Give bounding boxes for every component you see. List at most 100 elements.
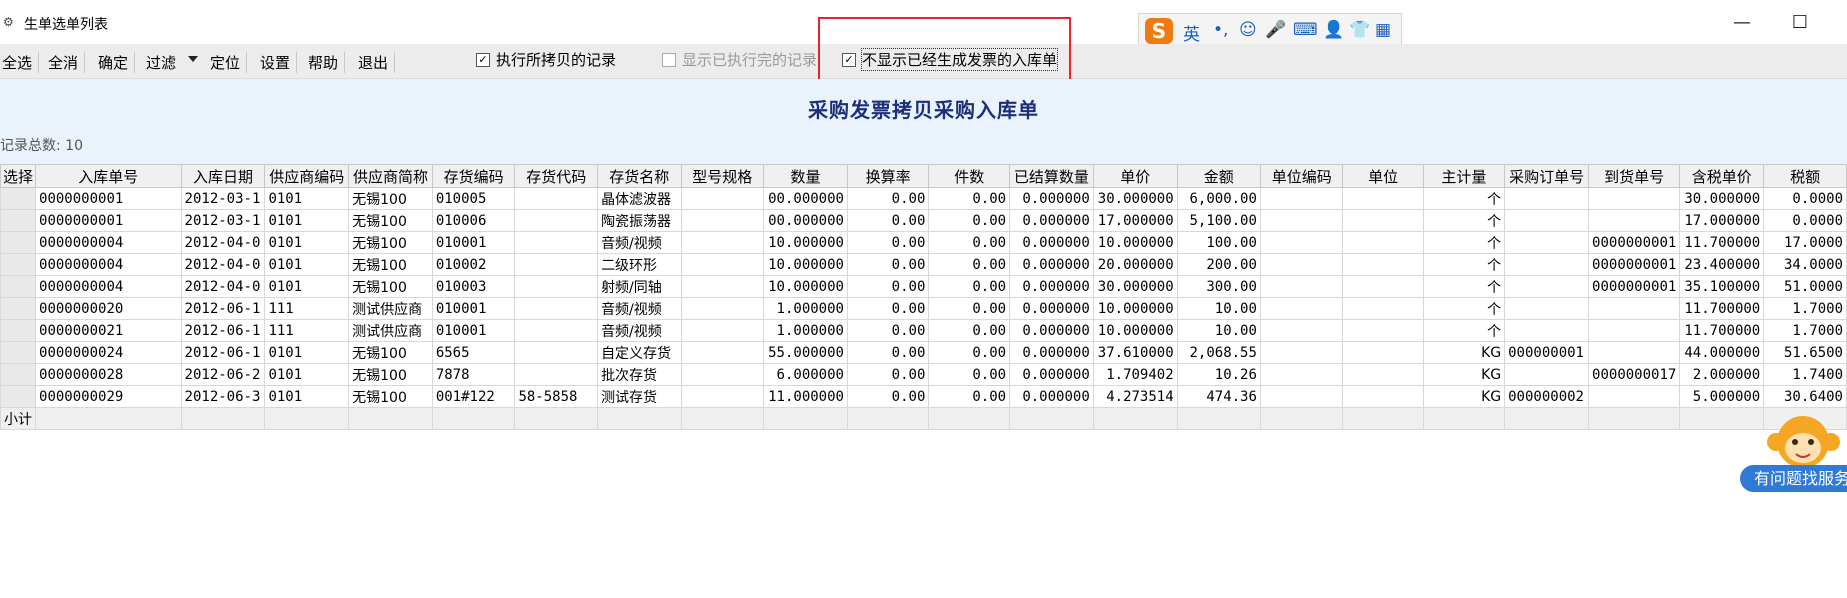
column-header[interactable]: 单价 — [1092, 164, 1178, 188]
table-cell: KG — [1422, 341, 1506, 364]
table-cell: 陶瓷振荡器 — [597, 209, 682, 232]
table-cell — [1342, 187, 1424, 210]
table-cell: 无锡100 — [348, 253, 433, 276]
checkbox-show-executed[interactable]: 显示已执行完的记录 — [662, 49, 817, 70]
column-header[interactable]: 存货编码 — [431, 164, 516, 188]
table-row[interactable]: 0000000029 2012-06-3 0101 无锡100 001#122 58-58… — [0, 385, 1847, 408]
table-cell — [1588, 187, 1681, 210]
row-select-cell[interactable] — [0, 209, 37, 232]
column-header[interactable]: 供应商简称 — [348, 164, 433, 188]
ime-punctuation-icon[interactable]: •, — [1213, 20, 1228, 40]
column-header[interactable]: 供应商编码 — [264, 164, 350, 188]
column-header[interactable]: 型号规格 — [680, 164, 765, 188]
table-cell: 0000000001 — [35, 209, 182, 232]
table-cell — [1259, 341, 1344, 364]
subtotal-label: 小计 — [0, 407, 37, 430]
checkbox-box[interactable]: ✓ — [476, 52, 490, 67]
table-cell: 0.00 — [928, 385, 1011, 408]
table-cell — [680, 187, 765, 210]
table-cell — [680, 231, 765, 254]
column-header[interactable]: 到货单号 — [1588, 164, 1681, 188]
settings-button[interactable]: 设置 — [258, 52, 298, 73]
ime-toolbox-icon[interactable]: ▦ — [1375, 20, 1391, 40]
ime-skin-icon[interactable]: 👕 — [1349, 20, 1370, 40]
column-header[interactable]: 入库单号 — [35, 164, 182, 188]
column-header[interactable]: 入库日期 — [180, 164, 266, 188]
column-header[interactable]: 存货名称 — [597, 164, 682, 188]
row-select-cell[interactable] — [0, 231, 37, 254]
column-header[interactable]: 单位编码 — [1259, 164, 1344, 188]
sogou-logo-icon[interactable]: S — [1145, 18, 1173, 44]
checkbox-execute-copied[interactable]: ✓ 执行所拷贝的记录 — [476, 49, 616, 70]
table-row[interactable]: 0000000001 2012-03-1 0101 无锡100 010006 陶瓷振荡器 0… — [0, 209, 1847, 232]
subtotal-cell — [1009, 407, 1094, 430]
column-header[interactable]: 税额 — [1763, 164, 1847, 188]
table-cell — [680, 297, 765, 320]
exit-button[interactable]: 退出 — [356, 52, 396, 73]
column-header[interactable]: 选择 — [0, 164, 37, 188]
ime-english-mode-icon[interactable]: 英 — [1183, 20, 1200, 45]
table-cell — [514, 209, 599, 232]
table-cell: 0000000004 — [35, 231, 182, 254]
table-cell — [514, 363, 599, 386]
row-select-cell[interactable] — [0, 187, 37, 210]
table-cell: 00.000000 — [763, 209, 848, 232]
column-header[interactable]: 单位 — [1342, 164, 1424, 188]
locate-button[interactable]: 定位 — [208, 52, 248, 73]
table-row[interactable]: 0000000021 2012-06-1 111 测试供应商 010001 音频/视频 1.… — [0, 319, 1847, 342]
table-row[interactable]: 0000000004 2012-04-0 0101 无锡100 010003 射频/同轴 1… — [0, 275, 1847, 298]
confirm-button[interactable]: 确定 — [96, 52, 136, 73]
select-all-button[interactable]: 全选 — [0, 52, 40, 73]
monkey-mascot-icon[interactable] — [1766, 412, 1841, 472]
row-select-cell[interactable] — [0, 363, 37, 386]
table-cell: 010001 — [431, 231, 516, 254]
checkbox-box[interactable] — [662, 52, 676, 67]
table-row[interactable]: 0000000001 2012-03-1 0101 无锡100 010005 晶体滤波器 0… — [0, 187, 1847, 210]
row-select-cell[interactable] — [0, 319, 37, 342]
column-header[interactable]: 采购订单号 — [1504, 164, 1590, 188]
ime-voice-icon[interactable]: 🎤 — [1265, 20, 1286, 40]
ime-keyboard-icon[interactable]: ⌨ — [1293, 20, 1318, 40]
table-cell: 个 — [1422, 275, 1506, 298]
deselect-all-button[interactable]: 全消 — [46, 52, 86, 73]
table-row[interactable]: 0000000024 2012-06-1 0101 无锡100 6565 自定义存货 55.… — [0, 341, 1847, 364]
row-select-cell[interactable] — [0, 341, 37, 364]
table-cell: 000000001 — [1504, 341, 1590, 364]
table-cell: 00.000000 — [763, 187, 848, 210]
row-select-cell[interactable] — [0, 297, 37, 320]
filter-button[interactable]: 过滤 — [144, 52, 178, 73]
column-header[interactable]: 含税单价 — [1679, 164, 1765, 188]
table-cell: 1.7000 — [1763, 297, 1847, 320]
column-header[interactable]: 主计量 — [1422, 164, 1506, 188]
table-cell: 个 — [1422, 297, 1506, 320]
table-cell: 10.26 — [1176, 363, 1261, 386]
minimize-button[interactable]: — — [1722, 10, 1762, 36]
table-cell — [680, 363, 765, 386]
column-header[interactable]: 存货代码 — [514, 164, 599, 188]
row-select-cell[interactable] — [0, 275, 37, 298]
column-header[interactable]: 已结算数量 — [1009, 164, 1094, 188]
maximize-button[interactable]: ☐ — [1780, 10, 1820, 36]
table-row[interactable]: 0000000020 2012-06-1 111 测试供应商 010001 音频/视频 1.… — [0, 297, 1847, 320]
filter-dropdown-arrow-icon[interactable] — [188, 56, 198, 62]
table-row[interactable]: 0000000028 2012-06-2 0101 无锡100 7878 批次存货 6.00… — [0, 363, 1847, 386]
help-button[interactable]: 帮助 — [306, 52, 346, 73]
column-header[interactable]: 金额 — [1176, 164, 1261, 188]
table-row[interactable]: 0000000004 2012-04-0 0101 无锡100 010001 音频/视频 1… — [0, 231, 1847, 254]
column-header[interactable]: 数量 — [763, 164, 848, 188]
row-select-cell[interactable] — [0, 253, 37, 276]
data-grid[interactable]: 选择 入库单号 入库日期 供应商编码 供应商简称 存货编码 存货代码 存货名称 型号规格 数量 换算… — [0, 164, 1847, 430]
ime-emoji-icon[interactable]: ☺ — [1239, 20, 1257, 40]
help-service-button[interactable]: 有问题找服务 — [1740, 465, 1847, 492]
table-cell: 11.700000 — [1679, 231, 1765, 254]
table-cell: 010002 — [431, 253, 516, 276]
table-row[interactable]: 0000000004 2012-04-0 0101 无锡100 010002 二级环形 10… — [0, 253, 1847, 276]
row-select-cell[interactable] — [0, 385, 37, 408]
subtotal-cell — [1588, 407, 1681, 430]
subtotal-cell — [928, 407, 1011, 430]
table-cell: 0.0000 — [1763, 187, 1847, 210]
ime-user-icon[interactable]: 👤 — [1323, 20, 1344, 40]
column-header[interactable]: 换算率 — [846, 164, 930, 188]
table-cell: 0000000017 — [1588, 363, 1681, 386]
column-header[interactable]: 件数 — [928, 164, 1011, 188]
